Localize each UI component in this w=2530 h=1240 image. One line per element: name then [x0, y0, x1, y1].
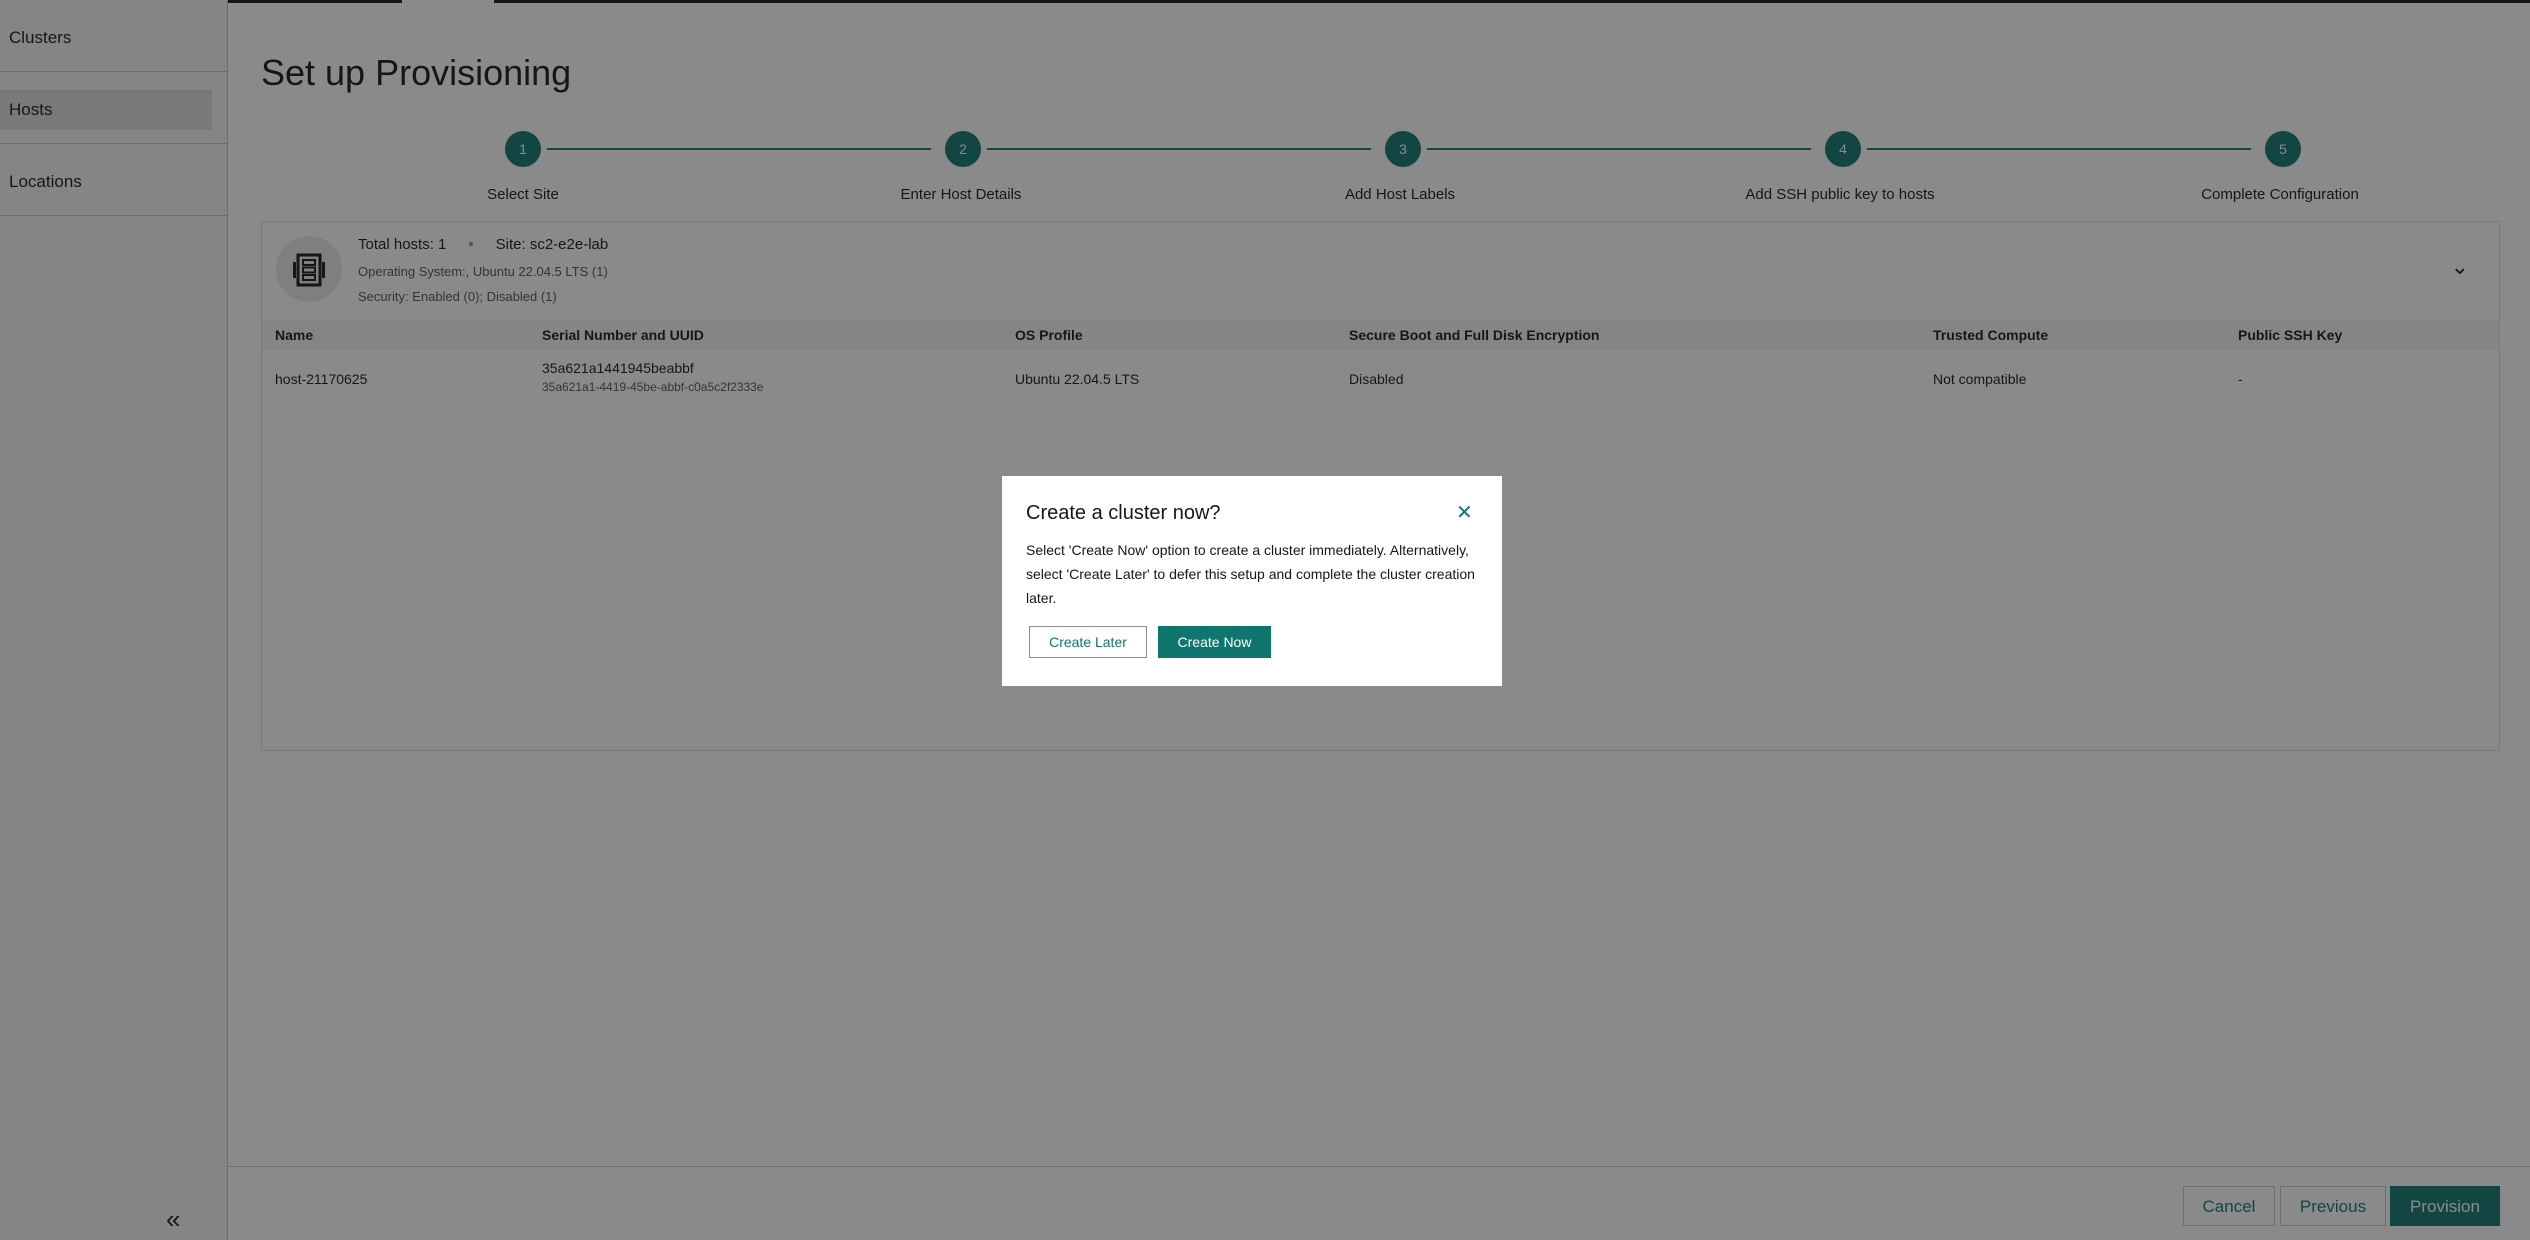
modal-body: Select 'Create Now' option to create a c…: [1026, 542, 1475, 606]
create-cluster-modal: Create a cluster now? ✕ Select 'Create N…: [1002, 476, 1502, 686]
create-now-button[interactable]: Create Now: [1158, 626, 1271, 658]
close-icon[interactable]: ✕: [1456, 500, 1473, 525]
create-later-button[interactable]: Create Later: [1029, 626, 1147, 658]
modal-title: Create a cluster now?: [1026, 502, 1221, 524]
